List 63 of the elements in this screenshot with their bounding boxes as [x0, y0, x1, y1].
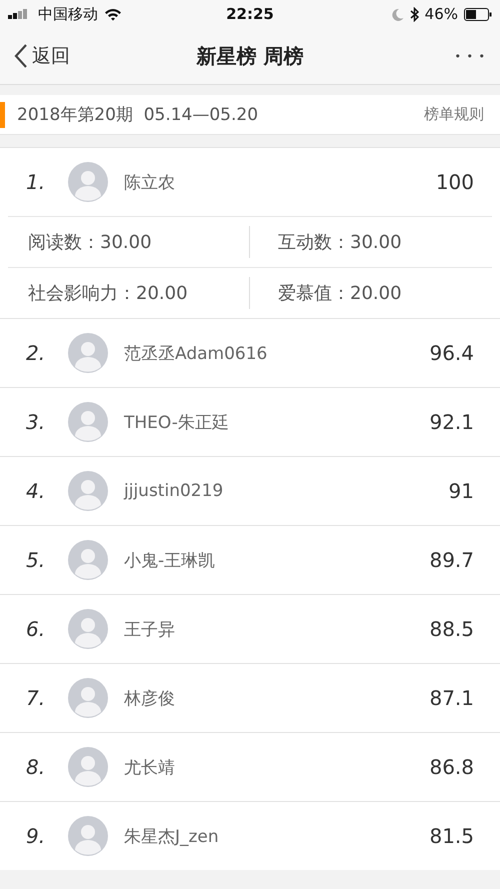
rank-number: 9. — [26, 824, 46, 848]
wifi-icon — [104, 8, 122, 20]
avatar-icon — [68, 402, 108, 442]
moon-icon — [392, 8, 404, 20]
avatar-icon — [68, 162, 108, 202]
user-name: 范丞丞Adam0616 — [124, 342, 268, 364]
stat-item: 爱慕值：20.00 — [277, 282, 403, 306]
score-value: 96.4 — [429, 341, 474, 365]
score-value: 89.7 — [429, 548, 474, 572]
user-name: 王子异 — [124, 618, 176, 640]
ranking-row[interactable]: 1. 陈立农 100 — [0, 147, 500, 216]
back-chevron-icon — [14, 43, 28, 69]
stat-item: 阅读数：30.00 — [8, 217, 250, 268]
avatar-icon — [68, 816, 108, 856]
avatar-icon — [68, 333, 108, 373]
user-name: 林彦俊 — [124, 688, 176, 710]
ranking-row[interactable]: 4. jjjustin0219 91 — [0, 456, 500, 525]
battery-percent: 46% — [424, 5, 458, 23]
score-value: 86.8 — [429, 755, 474, 779]
ranking-row[interactable]: 9. 朱星杰J_zen 81.5 — [0, 801, 500, 870]
period-label: 2018年第20期 05.14—05.20 — [17, 104, 258, 126]
stat-item: 社会影响力：20.00 — [8, 268, 250, 318]
user-name: 陈立农 — [124, 172, 176, 194]
rank-number: 7. — [26, 686, 46, 710]
more-button[interactable]: • • • — [454, 50, 486, 62]
rank-number: 8. — [26, 755, 46, 779]
rank-number: 5. — [26, 548, 46, 572]
ranking-row[interactable]: 3. THEO-朱正廷 92.1 — [0, 387, 500, 456]
rank-number: 3. — [26, 410, 46, 434]
page-title: 新星榜 周榜 — [196, 42, 304, 70]
avatar-icon — [68, 747, 108, 787]
avatar-icon — [68, 609, 108, 649]
stat-item: 互动数：30.00 — [250, 217, 492, 268]
score-value: 91 — [448, 479, 474, 503]
avatar-icon — [68, 471, 108, 511]
ranking-row[interactable]: 6. 王子异 88.5 — [0, 594, 500, 663]
user-name: 小鬼-王琳凯 — [124, 550, 216, 572]
avatar-icon — [68, 678, 108, 718]
carrier-name: 中国移动 — [38, 4, 98, 24]
avatar-icon — [68, 540, 108, 580]
score-value: 100 — [436, 170, 474, 194]
accent-bar — [0, 102, 5, 128]
ranking-row[interactable]: 5. 小鬼-王琳凯 89.7 — [0, 525, 500, 594]
ranking-row[interactable]: 7. 林彦俊 87.1 — [0, 663, 500, 732]
back-button[interactable]: 返回 — [14, 43, 70, 69]
score-value: 88.5 — [429, 617, 474, 641]
battery-icon — [464, 8, 492, 20]
clock-time: 22:25 — [226, 5, 274, 23]
user-name: jjjustin0219 — [124, 481, 224, 501]
ranking-row[interactable]: 8. 尤长靖 86.8 — [0, 732, 500, 801]
user-name: 尤长靖 — [124, 756, 176, 778]
rules-link[interactable]: 榜单规则 — [424, 105, 484, 124]
rank-number: 1. — [26, 170, 46, 194]
user-name: 朱星杰J_zen — [124, 826, 220, 848]
rank-number: 2. — [26, 341, 46, 365]
bluetooth-icon — [410, 6, 419, 22]
score-value: 92.1 — [429, 410, 474, 434]
ranking-row[interactable]: 2. 范丞丞Adam0616 96.4 — [0, 318, 500, 387]
score-value: 87.1 — [429, 686, 474, 710]
rank-number: 4. — [26, 479, 46, 503]
user-name: THEO-朱正廷 — [124, 412, 230, 434]
rank-number: 6. — [26, 617, 46, 641]
score-value: 81.5 — [429, 824, 474, 848]
